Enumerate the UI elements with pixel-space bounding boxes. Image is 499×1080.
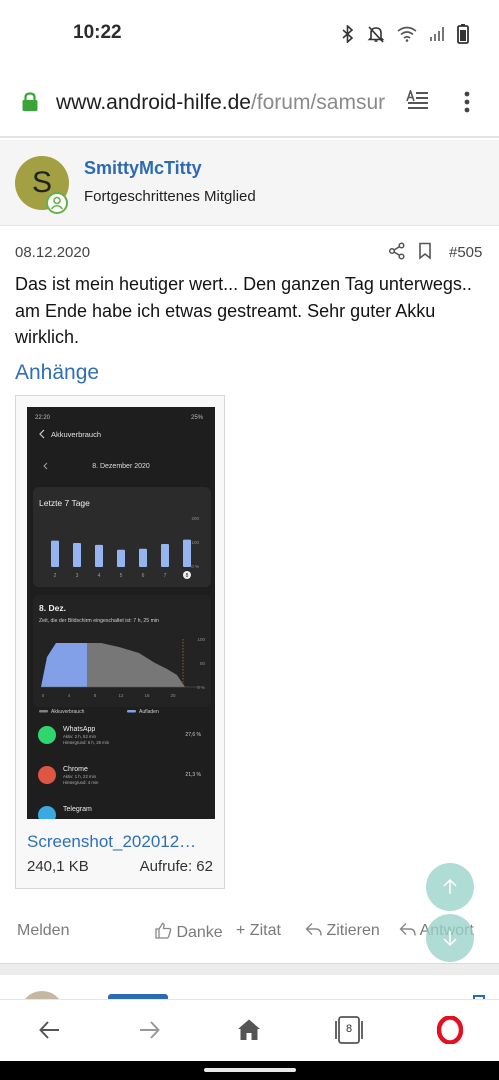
online-user-badge-icon (46, 192, 68, 214)
wifi-icon (397, 26, 417, 47)
bluetooth-icon (341, 24, 355, 48)
report-link[interactable]: Melden (17, 922, 69, 940)
lock-icon (21, 92, 39, 112)
more-menu-icon[interactable] (462, 90, 472, 119)
post-body: Das ist mein heutiger wert... Den ganzen… (15, 274, 472, 347)
like-label: Danke (176, 924, 223, 941)
quote-label: Zitat (249, 922, 281, 939)
status-icons (341, 24, 469, 49)
mute-bell-icon (367, 25, 385, 48)
status-bar: 10:22 (0, 0, 499, 68)
scroll-bottom-button[interactable] (426, 914, 474, 962)
url-field[interactable]: www.android-hilfe.de/forum/samsur (56, 91, 394, 115)
attachments-heading: Anhänge (15, 361, 100, 384)
opera-menu-icon[interactable] (436, 1015, 464, 1049)
quote-button[interactable]: + Zitat (236, 922, 281, 940)
post-date[interactable]: 08.12.2020 (15, 244, 90, 261)
attachment-views: Aufrufe: 62 (139, 858, 213, 875)
scroll-top-button[interactable] (426, 863, 474, 911)
like-button[interactable]: Danke (155, 922, 223, 942)
attachment-thumbnail[interactable]: 22:20 25% Akkuverbrauch 8. Dezember 2020… (27, 407, 215, 819)
arrow-down-icon (443, 931, 457, 947)
bookmark-icon[interactable] (418, 242, 432, 265)
back-arrow-icon[interactable] (37, 1017, 63, 1048)
author-title: Fortgeschrittenes Mitglied (84, 188, 256, 205)
signal-icon (429, 26, 445, 47)
tabs-button[interactable]: 8 (333, 1015, 365, 1050)
reply-arrow-icon (399, 923, 416, 936)
next-post-avatar (20, 991, 64, 999)
battery-icon (457, 24, 469, 49)
browser-address-bar: www.android-hilfe.de/forum/samsur (0, 68, 499, 138)
post-author-bar: S SmittyMcTitty Fortgeschrittenes Mitgli… (0, 140, 499, 226)
status-time: 10:22 (73, 22, 122, 43)
tab-count: 8 (345, 1023, 353, 1035)
reply-quote-label: Zitieren (326, 922, 380, 939)
post-divider (0, 963, 499, 975)
gesture-nav-bar (0, 1061, 499, 1080)
home-icon[interactable] (236, 1017, 262, 1048)
author-name-link[interactable]: SmittyMcTitty (84, 158, 202, 179)
attachment-size: 240,1 KB (27, 858, 89, 875)
thumbnail-overlay (27, 407, 215, 819)
attachment-filename-link[interactable]: Screenshot_202012… (27, 832, 215, 852)
gesture-handle (204, 1068, 296, 1072)
next-post-peek (0, 975, 499, 999)
reader-mode-icon[interactable] (406, 88, 430, 117)
url-host: www.android-hilfe.de (56, 91, 251, 114)
reply-icon (305, 923, 322, 936)
forward-arrow-icon[interactable] (136, 1017, 162, 1048)
post-meta: 08.12.2020 #505 (15, 242, 485, 264)
thumbs-up-icon (155, 922, 172, 939)
arrow-up-icon (443, 878, 457, 894)
browser-bottom-nav: 8 (0, 999, 499, 1061)
attachment-card[interactable]: 22:20 25% Akkuverbrauch 8. Dezember 2020… (15, 395, 225, 889)
post-number-link[interactable]: #505 (449, 244, 482, 261)
reply-quote-button[interactable]: Zitieren (305, 922, 380, 940)
share-icon[interactable] (388, 242, 406, 265)
url-path: /forum/samsur (250, 91, 386, 114)
post-actions: Melden Danke + Zitat Zitieren Antwort (0, 920, 499, 946)
plus-icon: + (236, 922, 246, 939)
